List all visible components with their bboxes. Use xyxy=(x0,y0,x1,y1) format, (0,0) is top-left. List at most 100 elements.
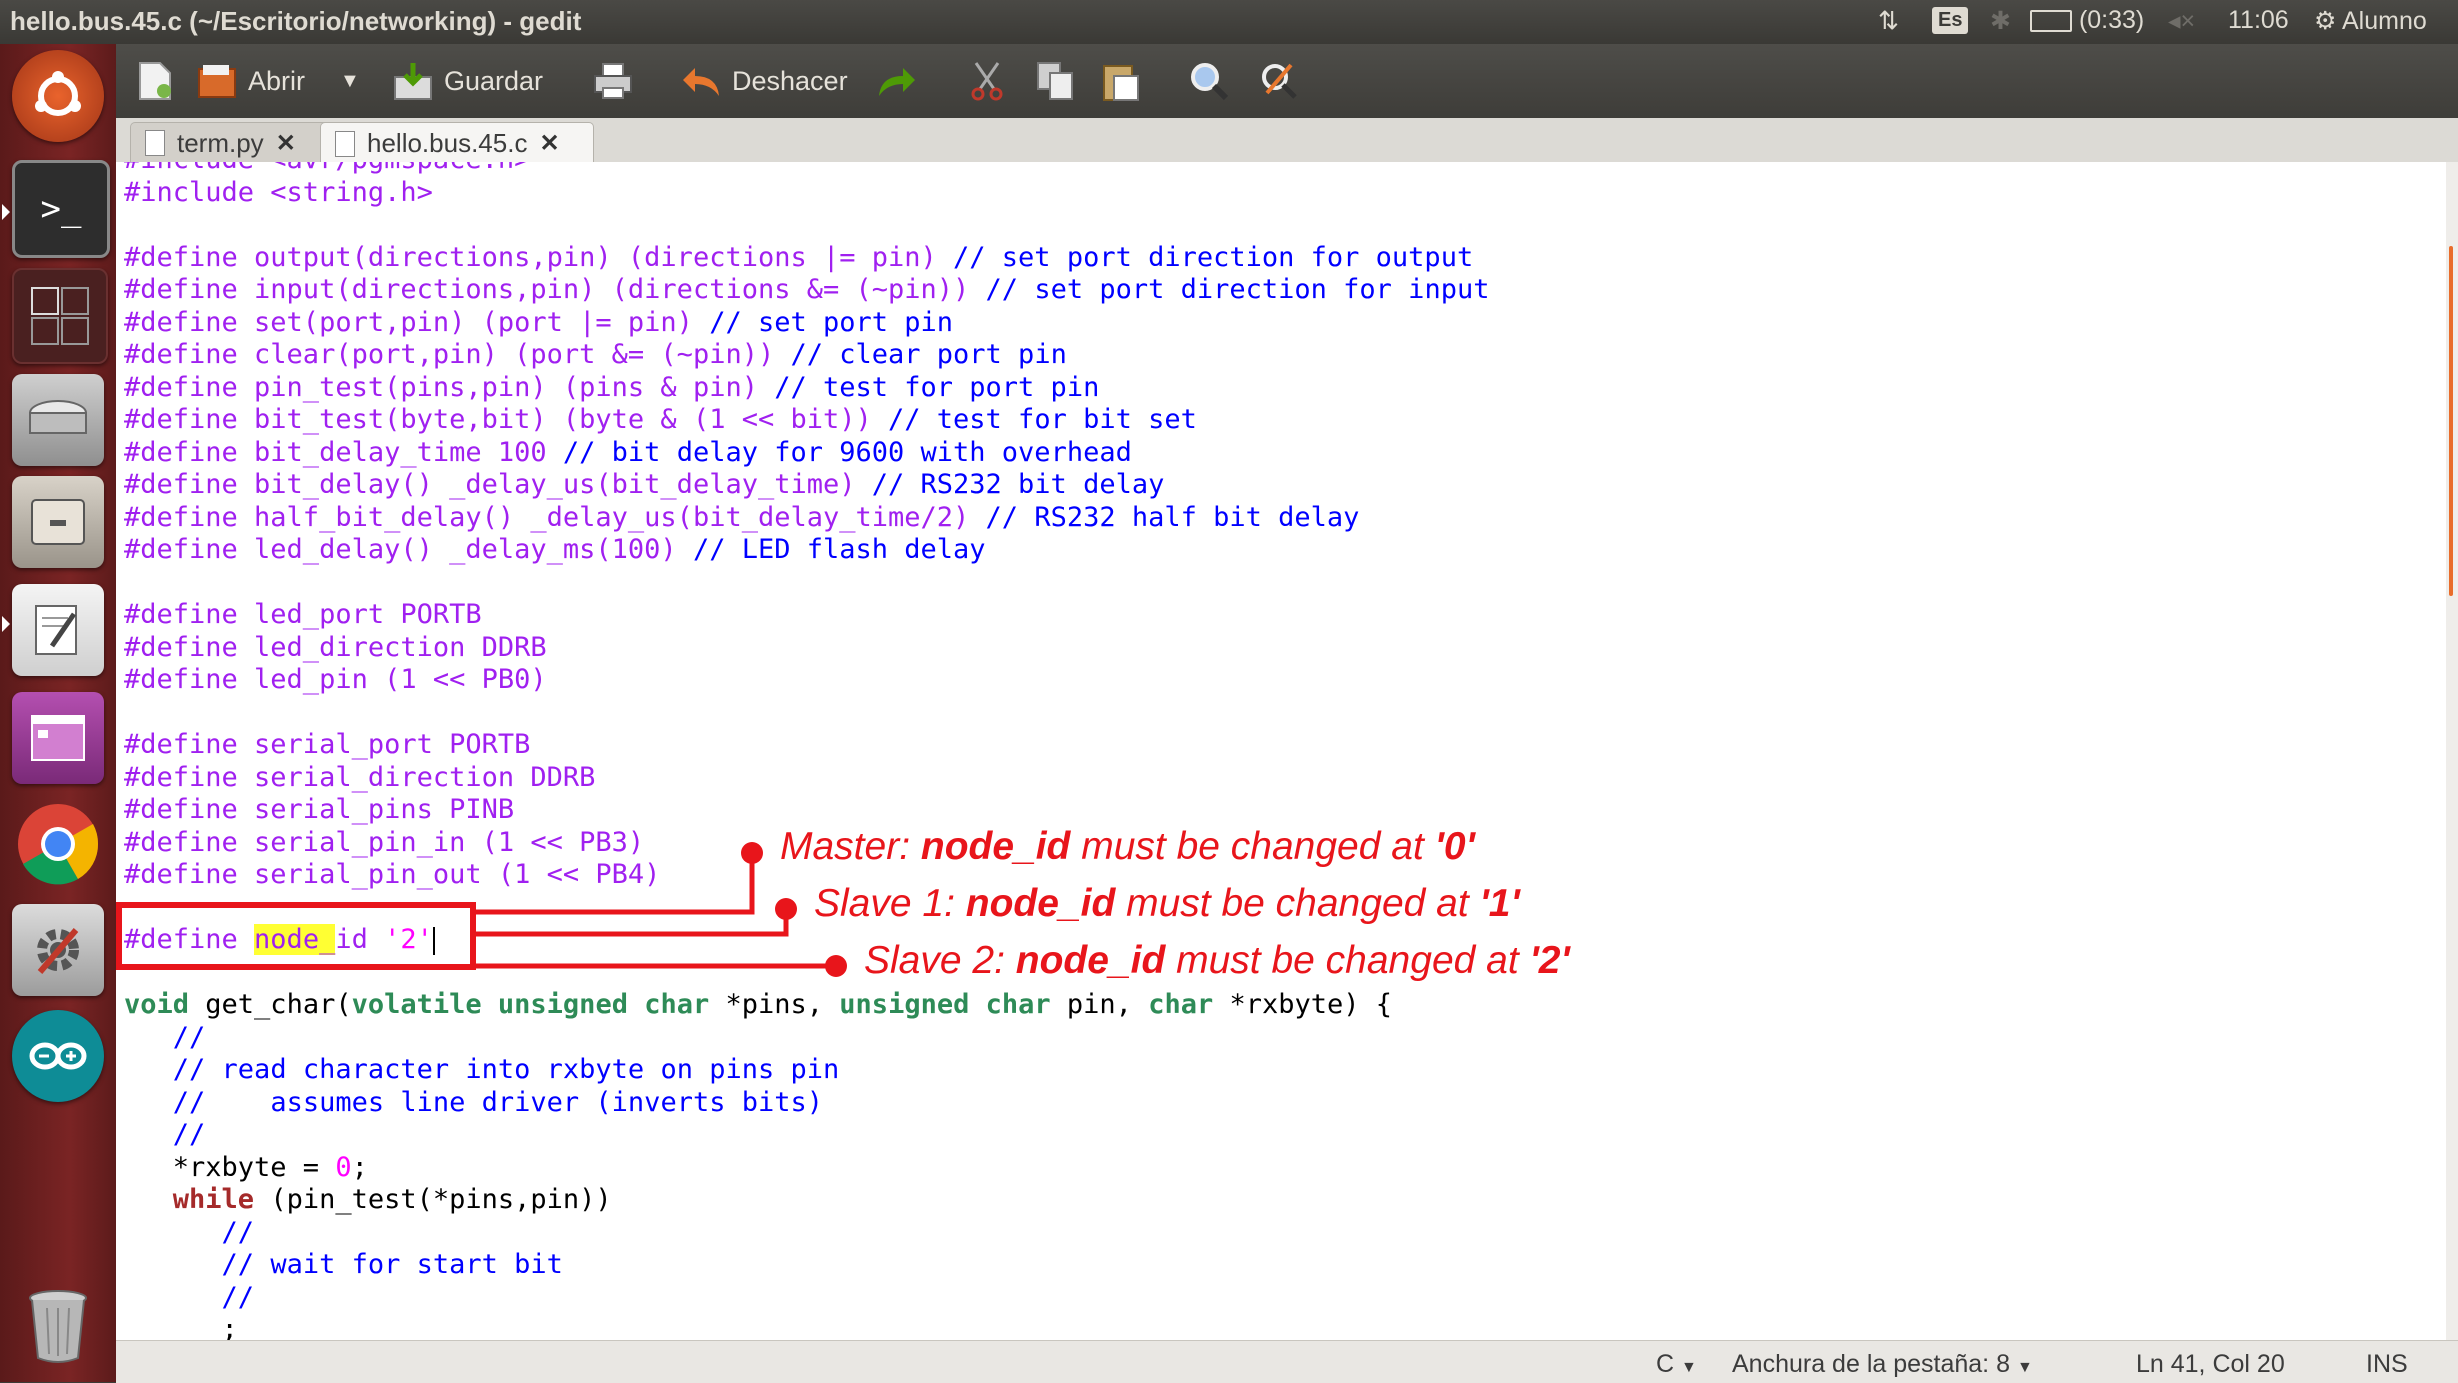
undo-label: Deshacer xyxy=(732,65,848,96)
code-line[interactable]: #define serial_direction DDRB xyxy=(124,762,595,793)
open-label: Abrir xyxy=(248,65,306,96)
annotation-slave2-key: node_id xyxy=(1015,939,1166,982)
volume-muted-icon[interactable]: ◂× xyxy=(2168,6,2195,36)
workspace-switcher-icon[interactable] xyxy=(12,268,108,364)
open-recent-dropdown[interactable]: ▼ xyxy=(340,54,360,108)
tab-label: term.py xyxy=(177,127,264,158)
redo-button[interactable] xyxy=(876,54,918,108)
code-line[interactable]: #define output(directions,pin) (directio… xyxy=(124,242,1473,273)
code-line[interactable]: ; xyxy=(124,1314,238,1340)
annotation-slave1-value: '1' xyxy=(1479,882,1520,925)
paste-icon xyxy=(1100,60,1142,102)
chevron-down-icon: ▼ xyxy=(1681,1359,1697,1376)
new-document-button[interactable] xyxy=(134,54,176,108)
code-line[interactable]: #define led_direction DDRB xyxy=(124,632,547,663)
status-bar: C ▼ Anchura de la pestaña: 8 ▼ Ln 41, Co… xyxy=(116,1340,2458,1383)
code-line[interactable]: // assumes line driver (inverts bits) xyxy=(124,1087,823,1118)
printer-icon xyxy=(592,60,634,102)
close-icon[interactable]: ✕ xyxy=(276,129,296,158)
annotation-slave1-middle: must be changed at xyxy=(1115,882,1480,925)
trash-icon[interactable] xyxy=(12,1280,104,1372)
cut-button[interactable] xyxy=(966,54,1008,108)
file-manager-icon[interactable] xyxy=(12,476,104,568)
code-line[interactable]: *rxbyte = 0; xyxy=(124,1152,368,1183)
tab-width-selector[interactable]: Anchura de la pestaña: 8 ▼ xyxy=(1732,1350,2033,1379)
ubuntu-dash-icon[interactable] xyxy=(12,50,104,142)
code-line[interactable]: #define set(port,pin) (port |= pin) // s… xyxy=(124,307,953,338)
code-line[interactable]: // xyxy=(124,1022,206,1053)
code-line[interactable]: #define serial_port PORTB xyxy=(124,729,530,760)
code-line[interactable]: void get_char(volatile unsigned char *pi… xyxy=(124,989,1392,1020)
keyboard-layout-indicator[interactable]: Es xyxy=(1932,7,1969,34)
search-replace-button[interactable] xyxy=(1258,54,1300,108)
code-editor[interactable]: #include <avr/pgmspace.h> #include <stri… xyxy=(116,162,2446,1340)
tab-term-py[interactable]: term.py ✕ xyxy=(130,122,336,163)
running-indicator xyxy=(2,204,10,220)
code-line[interactable]: #define clear(port,pin) (port &= (~pin))… xyxy=(124,339,1067,370)
code-line[interactable]: // wait for start bit xyxy=(124,1249,563,1280)
code-line[interactable]: // xyxy=(124,1119,206,1150)
cursor-position: Ln 41, Col 20 xyxy=(2136,1350,2285,1378)
undo-button[interactable]: Deshacer xyxy=(680,54,848,108)
print-button[interactable] xyxy=(592,54,634,108)
terminal-icon[interactable]: >_ xyxy=(12,160,110,258)
tab-bar: term.py ✕ hello.bus.45.c ✕ xyxy=(116,118,2458,164)
language-selector[interactable]: C ▼ xyxy=(1656,1350,1697,1379)
code-line[interactable]: #define led_port PORTB xyxy=(124,599,482,630)
code-line[interactable]: #define input(directions,pin) (direction… xyxy=(124,274,1489,305)
code-line[interactable]: // xyxy=(124,1282,255,1313)
paste-button[interactable] xyxy=(1100,54,1142,108)
code-line[interactable]: #define led_delay() _delay_ms(100) // LE… xyxy=(124,534,986,565)
app-window-icon[interactable] xyxy=(12,692,104,784)
chevron-down-icon: ▼ xyxy=(340,69,360,92)
clock[interactable]: 11:06 xyxy=(2228,6,2289,35)
code-line[interactable]: #define pin_test(pins,pin) (pins & pin) … xyxy=(124,372,1099,403)
code-line[interactable]: // read character into rxbyte on pins pi… xyxy=(124,1054,839,1085)
code-line[interactable]: while (pin_test(*pins,pin)) xyxy=(124,1184,612,1215)
gear-icon: ⚙ xyxy=(2314,7,2337,35)
code-line[interactable]: #define node_id '2' xyxy=(124,924,435,955)
arduino-icon[interactable] xyxy=(12,1010,104,1102)
code-line[interactable]: #define led_pin (1 << PB0) xyxy=(124,664,547,695)
close-icon[interactable]: ✕ xyxy=(539,129,559,158)
search-icon xyxy=(1188,60,1230,102)
text-editor-icon[interactable] xyxy=(12,584,104,676)
code-line[interactable]: #include <string.h> xyxy=(124,177,433,208)
tab-hello-bus-45-c[interactable]: hello.bus.45.c ✕ xyxy=(320,122,594,164)
disk-icon[interactable] xyxy=(12,374,104,466)
scrollbar-thumb[interactable] xyxy=(2449,246,2453,596)
chrome-icon[interactable] xyxy=(12,798,104,890)
annotation-slave1-key: node_id xyxy=(965,882,1116,925)
new-document-icon xyxy=(134,60,176,102)
vertical-scrollbar[interactable] xyxy=(2446,162,2458,1340)
code-line[interactable]: #define half_bit_delay() _delay_us(bit_d… xyxy=(124,502,1359,533)
toolbar: Abrir ▼ Guardar Deshacer xyxy=(116,44,2458,118)
save-button[interactable]: Guardar xyxy=(392,54,543,108)
annotation-slave2-middle: must be changed at xyxy=(1165,939,1530,982)
network-icon[interactable]: ⇅ xyxy=(1878,6,1899,36)
battery-indicator[interactable]: (0:33) xyxy=(2030,6,2144,35)
code-line[interactable]: // xyxy=(124,1217,255,1248)
copy-button[interactable] xyxy=(1034,54,1076,108)
file-icon xyxy=(335,130,355,157)
code-line[interactable]: #define serial_pin_in (1 << PB3) xyxy=(124,827,644,858)
annotation-slave2-prefix: Slave 2: xyxy=(864,939,1016,982)
system-settings-icon[interactable] xyxy=(12,904,104,996)
code-line[interactable]: #define serial_pins PINB xyxy=(124,794,514,825)
annotation-master: Master: node_id must be changed at '0' xyxy=(780,825,1475,869)
code-line[interactable]: #include <avr/pgmspace.h> xyxy=(124,162,530,175)
code-line[interactable]: #define bit_test(byte,bit) (byte & (1 <<… xyxy=(124,404,1197,435)
open-button[interactable]: Abrir xyxy=(196,54,305,108)
source-code[interactable]: #include <avr/pgmspace.h> #include <stri… xyxy=(124,162,1489,1340)
insert-mode: INS xyxy=(2366,1350,2408,1378)
code-line[interactable]: #define bit_delay_time 100 // bit delay … xyxy=(124,437,1132,468)
search-button[interactable] xyxy=(1188,54,1230,108)
folder-open-icon xyxy=(196,60,238,102)
code-line[interactable]: #define serial_pin_out (1 << PB4) xyxy=(124,859,660,890)
code-line[interactable]: #define bit_delay() _delay_us(bit_delay_… xyxy=(124,469,1164,500)
annotation-master-value: '0' xyxy=(1434,825,1475,868)
bluetooth-icon[interactable]: ✱ xyxy=(1990,6,2011,36)
session-menu[interactable]: ⚙ Alumno xyxy=(2314,6,2427,36)
save-label: Guardar xyxy=(444,65,544,96)
annotation-slave2: Slave 2: node_id must be changed at '2' xyxy=(864,939,1570,983)
